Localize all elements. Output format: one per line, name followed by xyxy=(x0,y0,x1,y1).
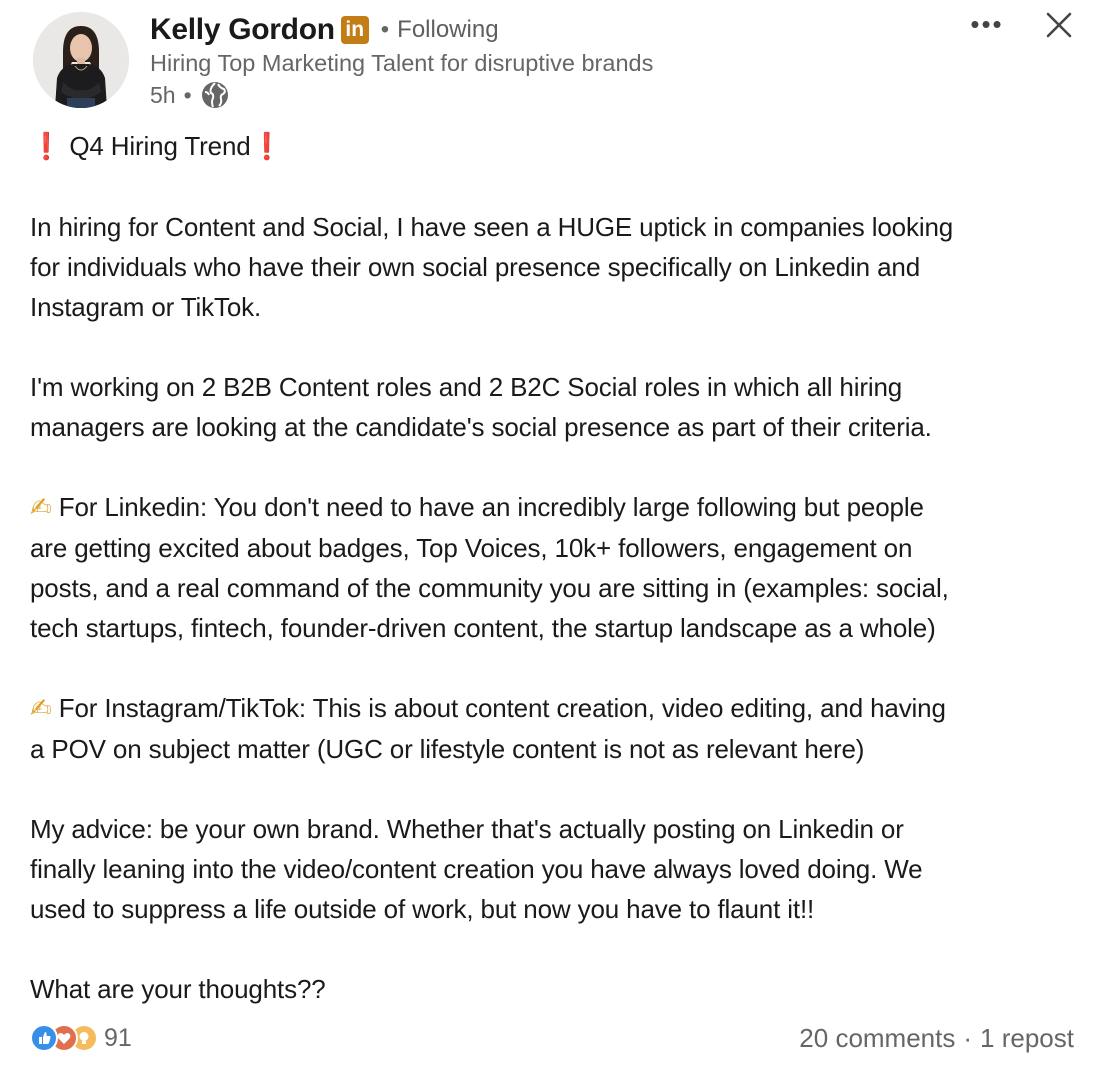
reposts-count-link[interactable]: 1 repost xyxy=(980,1023,1074,1054)
post-paragraph-text: For Linkedin: You don't need to have an … xyxy=(30,492,949,643)
post-paragraph-linkedin: ✍ For Linkedin: You don't need to have a… xyxy=(30,487,1090,648)
more-options-button[interactable]: ••• xyxy=(966,8,1008,40)
post-stats: 20 comments · 1 repost xyxy=(799,1020,1074,1056)
post-body: ❗ Q4 Hiring Trend❗ In hiring for Content… xyxy=(30,126,1090,1009)
avatar-photo xyxy=(33,12,129,108)
author-name-row: Kelly Gordon in • Following xyxy=(150,10,499,50)
post-paragraph-text: For Instagram/TikTok: This is about cont… xyxy=(30,693,946,764)
comments-count-link[interactable]: 20 comments xyxy=(799,1023,955,1054)
exclamation-icon: ❗ xyxy=(30,132,63,162)
feed-post: Kelly Gordon in • Following Hiring Top M… xyxy=(0,0,1104,1068)
separator-dot: · xyxy=(963,1022,973,1053)
separator-dot: • xyxy=(380,16,390,43)
close-button[interactable] xyxy=(1040,6,1078,44)
post-time: 5h xyxy=(150,81,176,108)
exclamation-icon: ❗ xyxy=(250,132,283,162)
reaction-count: 91 xyxy=(104,1023,132,1052)
post-paragraph: I'm working on 2 B2B Content roles and 2… xyxy=(30,372,932,442)
linkedin-premium-badge-icon: in xyxy=(340,16,369,44)
post-meta: 5h • xyxy=(150,80,230,110)
following-status[interactable]: Following xyxy=(397,16,498,44)
author-name[interactable]: Kelly Gordon xyxy=(150,13,335,47)
reactions-summary[interactable]: 91 xyxy=(30,1020,132,1056)
post-paragraph-instagram: ✍ For Instagram/TikTok: This is about co… xyxy=(30,688,1090,769)
post-title: Q4 Hiring Trend xyxy=(69,131,251,161)
author-headline: Hiring Top Marketing Talent for disrupti… xyxy=(150,50,654,76)
writing-hand-icon: ✍ xyxy=(30,694,52,724)
globe-icon xyxy=(200,80,230,110)
separator-dot: • xyxy=(183,81,192,108)
post-title-line: ❗ Q4 Hiring Trend❗ xyxy=(30,126,1090,167)
like-icon xyxy=(30,1024,58,1052)
close-icon xyxy=(1046,12,1072,38)
post-paragraph: In hiring for Content and Social, I have… xyxy=(30,212,954,322)
writing-hand-icon: ✍ xyxy=(30,493,52,523)
author-avatar[interactable] xyxy=(33,12,129,108)
post-paragraph: My advice: be your own brand. Whether th… xyxy=(30,814,923,924)
post-paragraph: What are your thoughts?? xyxy=(30,974,326,1004)
